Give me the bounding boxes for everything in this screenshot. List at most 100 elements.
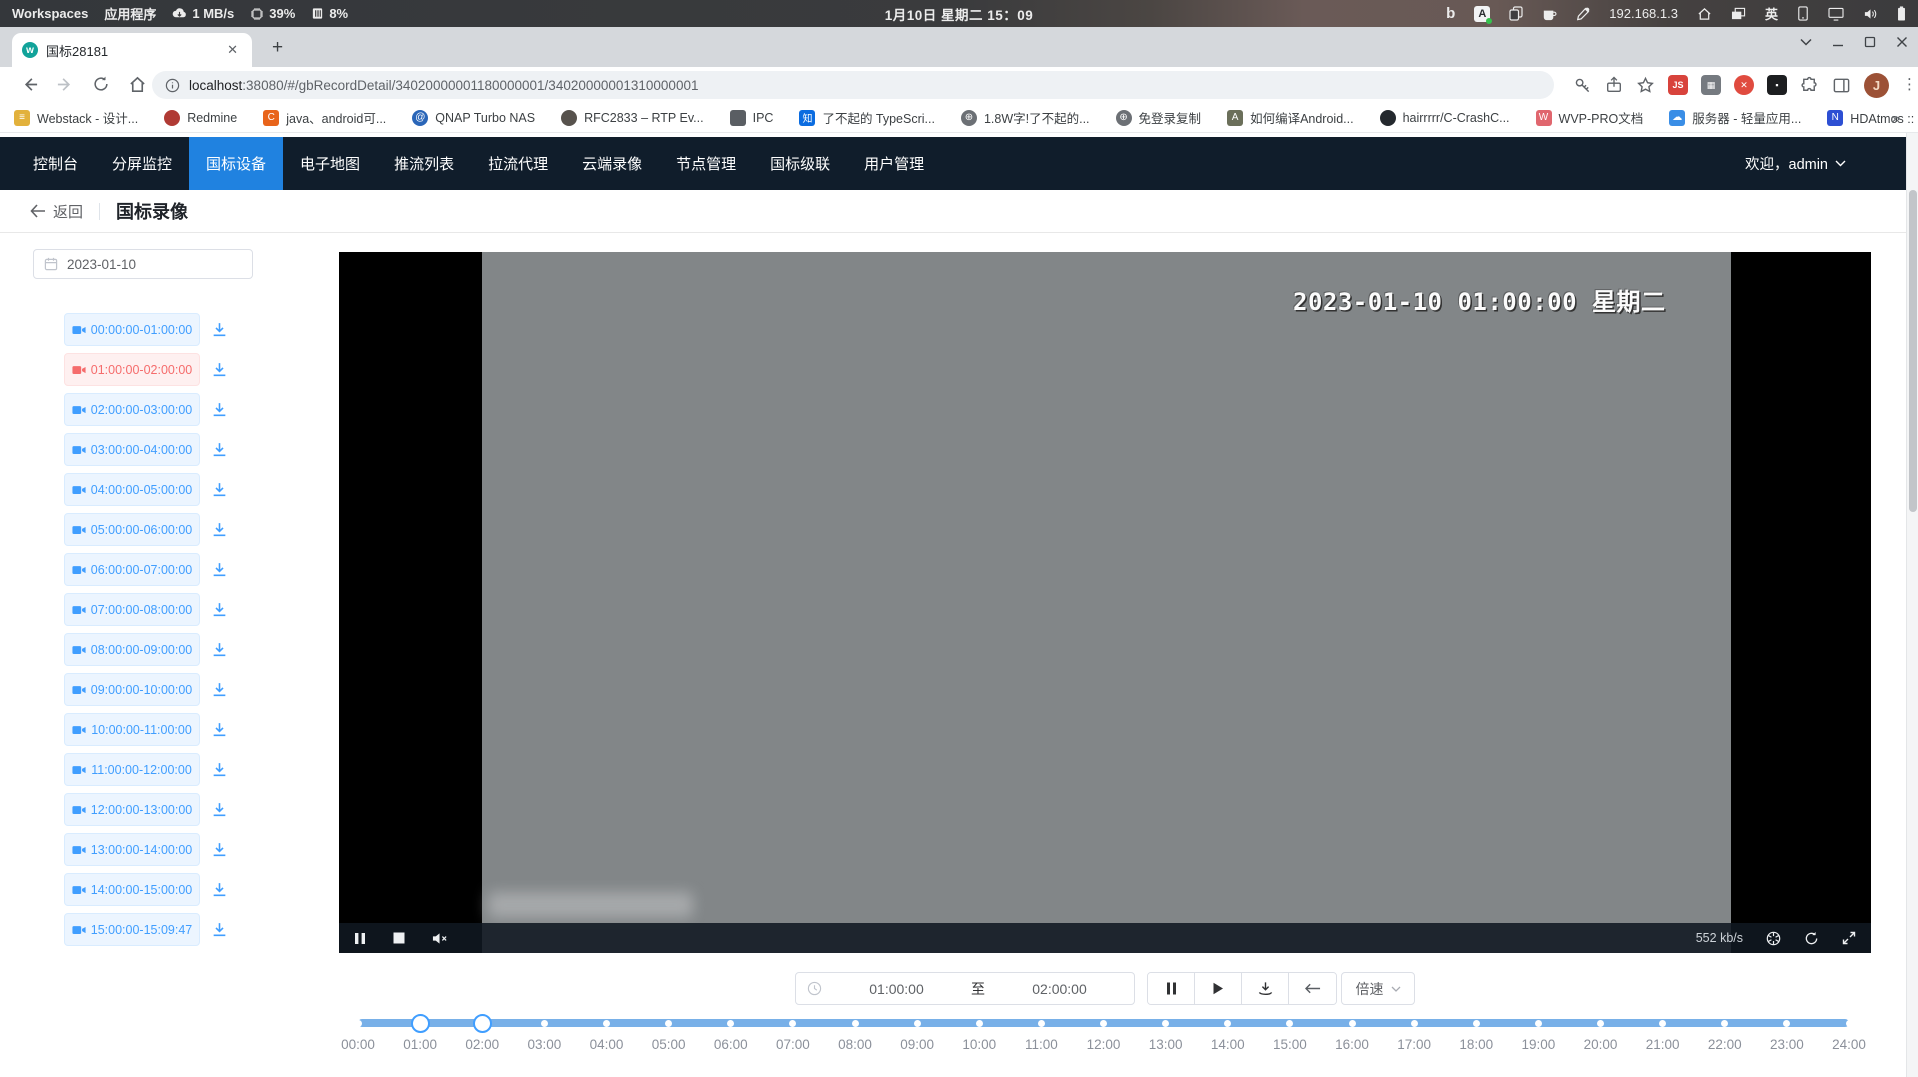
record-range-button[interactable]: 09:00:00-10:00:00 bbox=[64, 673, 200, 706]
bookmark-item[interactable]: @ QNAP Turbo NAS bbox=[412, 110, 535, 126]
record-download-button[interactable] bbox=[211, 600, 231, 620]
bookmark-item[interactable]: ⊕ 1.8W字!了不起的... bbox=[961, 108, 1090, 127]
coffee-tray-icon[interactable] bbox=[1542, 7, 1557, 21]
record-download-button[interactable] bbox=[211, 520, 231, 540]
bookmark-item[interactable]: W WVP-PRO文档 bbox=[1536, 108, 1644, 127]
pause-button[interactable] bbox=[1148, 973, 1195, 1004]
bookmark-item[interactable]: IPC bbox=[730, 110, 774, 126]
input-method-indicator[interactable]: 英 bbox=[1765, 4, 1778, 23]
record-download-button[interactable] bbox=[211, 760, 231, 780]
translator-tray-icon[interactable]: A bbox=[1474, 6, 1490, 22]
record-download-button[interactable] bbox=[211, 400, 231, 420]
clock[interactable]: 1月10日 星期二 15：09 bbox=[885, 4, 1034, 24]
color-picker-tray-icon[interactable] bbox=[1576, 7, 1590, 21]
timeline-handle[interactable] bbox=[411, 1014, 430, 1033]
record-range-button[interactable]: 02:00:00-03:00:00 bbox=[64, 393, 200, 426]
profile-avatar[interactable]: J bbox=[1864, 73, 1889, 98]
back-nav-icon[interactable] bbox=[20, 75, 39, 94]
record-range-button[interactable]: 00:00:00-01:00:00 bbox=[64, 313, 200, 346]
bookmark-star-icon[interactable] bbox=[1636, 76, 1655, 95]
forward-nav-icon[interactable] bbox=[56, 75, 75, 94]
window-minimize-button[interactable] bbox=[1832, 36, 1844, 48]
nav-item[interactable]: 国标级联 bbox=[753, 137, 847, 190]
page-scrollbar[interactable] bbox=[1906, 133, 1918, 1077]
window-restore-button[interactable] bbox=[1864, 36, 1876, 48]
timeline-handle[interactable] bbox=[473, 1014, 492, 1033]
bookmark-item[interactable]: Redmine bbox=[164, 110, 237, 126]
record-range-button[interactable]: 01:00:00-02:00:00 bbox=[64, 353, 200, 386]
record-download-button[interactable] bbox=[211, 480, 231, 500]
seek-back-button[interactable] bbox=[1289, 973, 1336, 1004]
record-download-button[interactable] bbox=[211, 800, 231, 820]
bookmarks-overflow-chevron[interactable]: » bbox=[1892, 110, 1900, 127]
bookmark-item[interactable]: A 如何编译Android... bbox=[1227, 108, 1354, 127]
player-pause-button[interactable] bbox=[354, 930, 366, 946]
bookmark-item[interactable]: 知 了不起的 TypeScri... bbox=[799, 108, 935, 127]
applications-menu[interactable]: 应用程序 bbox=[104, 4, 156, 23]
record-range-button[interactable]: 04:00:00-05:00:00 bbox=[64, 473, 200, 506]
record-download-button[interactable] bbox=[211, 360, 231, 380]
extension-js-icon[interactable]: JS bbox=[1668, 75, 1688, 95]
reload-icon[interactable] bbox=[92, 75, 110, 93]
player-mute-button[interactable] bbox=[432, 930, 448, 946]
display-tray-icon[interactable] bbox=[1828, 7, 1844, 21]
record-range-button[interactable]: 13:00:00-14:00:00 bbox=[64, 833, 200, 866]
record-download-button[interactable] bbox=[211, 840, 231, 860]
tab-search-chevron-icon[interactable] bbox=[1800, 38, 1812, 46]
nav-item[interactable]: 电子地图 bbox=[283, 137, 377, 190]
extension-dark-icon[interactable]: ▪ bbox=[1767, 75, 1787, 95]
battery-tray-icon[interactable] bbox=[1897, 6, 1906, 21]
bookmark-item[interactable]: C java、android可... bbox=[263, 108, 386, 127]
user-menu[interactable]: 欢迎，admin bbox=[1745, 137, 1846, 190]
record-download-button[interactable] bbox=[211, 640, 231, 660]
fullscreen-button[interactable] bbox=[1842, 930, 1856, 946]
record-range-button[interactable]: 06:00:00-07:00:00 bbox=[64, 553, 200, 586]
bookmark-item[interactable]: ≡ Webstack - 设计... bbox=[14, 108, 138, 127]
time-range-input[interactable]: 01:00:00 至 02:00:00 bbox=[795, 972, 1135, 1005]
date-picker[interactable]: 2023-01-10 bbox=[33, 249, 253, 279]
windows-tray-icon[interactable] bbox=[1731, 7, 1746, 21]
address-bar[interactable]: localhost:38080/#/gbRecordDetail/3402000… bbox=[152, 71, 1554, 99]
record-download-button[interactable] bbox=[211, 680, 231, 700]
start-time-value[interactable]: 01:00:00 bbox=[822, 981, 971, 997]
nav-item[interactable]: 分屏监控 bbox=[95, 137, 189, 190]
bookmark-item[interactable]: ⊕ 免登录复制 bbox=[1116, 108, 1202, 127]
nav-item[interactable]: 云端录像 bbox=[565, 137, 659, 190]
nav-item[interactable]: 推流列表 bbox=[377, 137, 471, 190]
record-download-button[interactable] bbox=[211, 920, 231, 940]
new-tab-button[interactable]: + bbox=[266, 36, 289, 59]
bookmark-item[interactable]: ☁ 服务器 - 轻量应用... bbox=[1669, 108, 1801, 127]
bookmark-item[interactable]: RFC2833 – RTP Ev... bbox=[561, 110, 704, 126]
scrollbar-thumb[interactable] bbox=[1909, 190, 1917, 512]
end-time-value[interactable]: 02:00:00 bbox=[985, 981, 1134, 997]
video-player[interactable]: 2023-01-10 01:00:00 星期二 552 kb/s bbox=[339, 252, 1871, 953]
download-button[interactable] bbox=[1242, 973, 1289, 1004]
window-close-button[interactable] bbox=[1896, 36, 1908, 48]
play-button[interactable] bbox=[1195, 973, 1242, 1004]
bookmark-item[interactable]: N HDAtmos :: 种子 *... bbox=[1827, 108, 1918, 127]
bookmark-item[interactable]: hairrrrr/C-CrashC... bbox=[1380, 110, 1510, 126]
record-range-button[interactable]: 12:00:00-13:00:00 bbox=[64, 793, 200, 826]
phone-tray-icon[interactable] bbox=[1797, 6, 1809, 21]
record-range-button[interactable]: 10:00:00-11:00:00 bbox=[64, 713, 200, 746]
clipboard-tray-icon[interactable] bbox=[1509, 6, 1523, 21]
record-download-button[interactable] bbox=[211, 720, 231, 740]
record-range-button[interactable]: 07:00:00-08:00:00 bbox=[64, 593, 200, 626]
record-range-button[interactable]: 11:00:00-12:00:00 bbox=[64, 753, 200, 786]
nav-item[interactable]: 用户管理 bbox=[847, 137, 941, 190]
share-icon[interactable] bbox=[1605, 76, 1623, 94]
record-download-button[interactable] bbox=[211, 560, 231, 580]
nav-item[interactable]: 控制台 bbox=[16, 137, 95, 190]
browser-menu-icon[interactable]: ⋮ bbox=[1902, 83, 1912, 87]
timeline-track[interactable] bbox=[358, 1019, 1849, 1027]
record-range-button[interactable]: 03:00:00-04:00:00 bbox=[64, 433, 200, 466]
speed-select[interactable]: 倍速 bbox=[1341, 972, 1415, 1005]
home-tray-icon[interactable] bbox=[1697, 7, 1712, 21]
nav-item[interactable]: 国标设备 bbox=[189, 137, 283, 190]
record-download-button[interactable] bbox=[211, 320, 231, 340]
record-range-button[interactable]: 15:00:00-15:09:47 bbox=[64, 913, 200, 946]
workspaces-button[interactable]: Workspaces bbox=[12, 6, 88, 21]
nav-item[interactable]: 节点管理 bbox=[659, 137, 753, 190]
record-range-button[interactable]: 08:00:00-09:00:00 bbox=[64, 633, 200, 666]
snapshot-aperture-icon[interactable] bbox=[1766, 930, 1781, 946]
